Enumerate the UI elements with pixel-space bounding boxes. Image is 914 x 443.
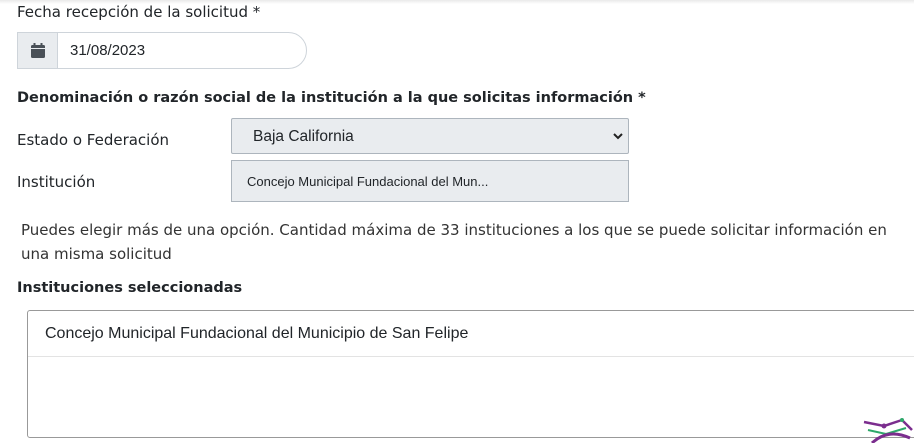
selected-heading: Instituciones seleccionadas <box>17 280 243 296</box>
date-label: Fecha recepción de la solicitud * <box>17 3 261 21</box>
date-addon[interactable] <box>18 33 58 68</box>
institution-select-value: Concejo Municipal Fundacional del Mun... <box>247 174 489 189</box>
logo-icon <box>863 418 913 443</box>
date-picker[interactable]: 31/08/2023 <box>17 32 307 69</box>
list-item[interactable]: Concejo Municipal Fundacional del Munici… <box>28 311 914 357</box>
institution-select[interactable]: Concejo Municipal Fundacional del Mun... <box>231 160 629 202</box>
institution-heading: Denominación o razón social de la instit… <box>17 90 646 106</box>
date-value[interactable]: 31/08/2023 <box>70 42 145 59</box>
state-select-value: Baja California <box>253 128 354 145</box>
state-label: Estado o Federación <box>17 131 170 149</box>
state-select[interactable]: Baja California <box>231 118 629 154</box>
chevron-down-icon <box>613 133 623 140</box>
selected-institutions-list[interactable]: Concejo Municipal Fundacional del Munici… <box>27 310 914 438</box>
list-item-label: Concejo Municipal Fundacional del Munici… <box>45 325 469 342</box>
calendar-icon <box>31 43 45 58</box>
institution-label: Institución <box>17 173 96 191</box>
help-text: Puedes elegir más de una opción. Cantida… <box>21 221 887 263</box>
